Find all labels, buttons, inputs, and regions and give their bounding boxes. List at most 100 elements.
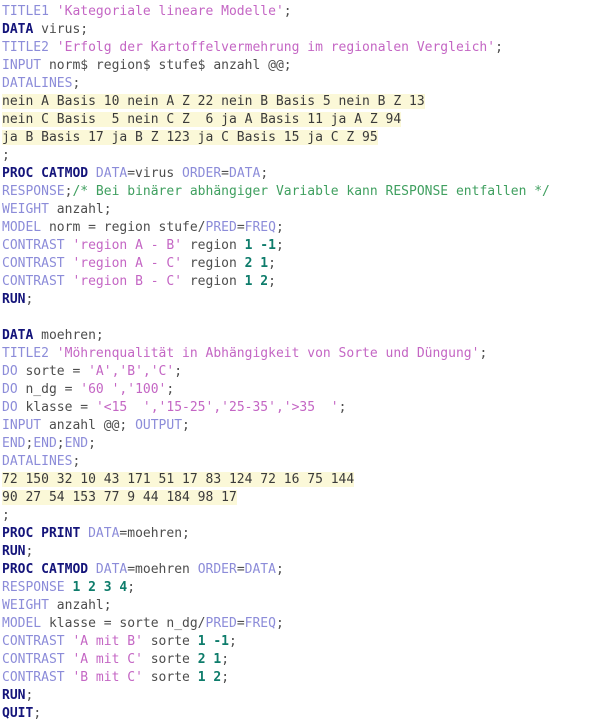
code-token-plain: region <box>182 256 245 271</box>
code-token-plain: ; <box>275 220 284 235</box>
code-token-stmt: END <box>33 436 57 451</box>
code-token-plain: norm$ region$ stufe$ anzahl @@; <box>41 58 292 73</box>
code-token-opt: DATA <box>95 562 128 577</box>
code-line: CONTRAST 'region A - B' region 1 -1; <box>2 237 595 255</box>
code-token-stmt: DO <box>2 382 18 397</box>
code-token-proc: PROC PRINT <box>2 526 81 541</box>
code-token-proc: DATA <box>2 328 34 343</box>
code-token-plain: sorte <box>142 634 198 649</box>
code-token-opt: DATA <box>88 526 120 541</box>
code-token-opt: PRED <box>205 220 237 235</box>
code-token-plain: sorte <box>142 670 198 685</box>
code-line: INPUT norm$ region$ stufe$ anzahl @@; <box>2 57 595 75</box>
code-line: TITLE1 'Kategoriale lineare Modelle'; <box>2 3 595 21</box>
code-token-opt: DATA <box>244 562 276 577</box>
code-token-stmt: TITLE2 <box>2 40 49 55</box>
code-token-plain: klasse = <box>17 400 96 415</box>
code-token-stmt: DATALINES <box>2 76 73 91</box>
code-token-plain: n_dg = <box>17 382 81 397</box>
code-token-data: nein C Basis 5 nein C Z 6 ja A Basis 11 … <box>2 112 402 127</box>
code-token-stmt: CONTRAST <box>2 670 65 685</box>
code-token-str: '60 ','100' <box>80 382 167 397</box>
code-token-plain: norm = region stufe/ <box>41 220 206 235</box>
code-line: RUN; <box>2 291 595 309</box>
code-token-data: ja B Basis 17 ja B Z 123 ja C Basis 15 j… <box>2 130 378 145</box>
code-token-proc: PROC CATMOD <box>2 562 89 577</box>
code-token-stmt: DO <box>2 364 18 379</box>
code-line: TITLE2 'Erfolg der Kartoffelvermehrung i… <box>2 39 595 57</box>
code-line: nein C Basis 5 nein C Z 6 ja A Basis 11 … <box>2 111 595 129</box>
code-token-stmt: END <box>64 436 89 451</box>
code-token-plain: ; <box>479 346 488 361</box>
code-token-opt: ORDER <box>197 562 237 577</box>
code-token-plain: ; <box>182 418 190 433</box>
code-line: 90 27 54 153 77 9 44 184 98 17 <box>2 489 595 507</box>
code-token-proc: QUIT <box>2 706 34 721</box>
code-token-proc: RUN <box>2 688 26 703</box>
code-token-str: 'A mit B' <box>72 634 143 649</box>
code-token-num: 2 1 <box>244 256 269 271</box>
code-token-num: 1 2 <box>197 670 222 685</box>
code-line: CONTRAST 'A mit C' sorte 2 1; <box>2 651 595 669</box>
code-line: DO n_dg = '60 ','100'; <box>2 381 595 399</box>
code-token-plain: = <box>236 616 245 631</box>
code-token-stmt: TITLE1 <box>2 4 49 19</box>
code-token-plain: ; <box>268 256 276 271</box>
code-token-comment: /* Bei binärer abhängiger Variable kann … <box>72 184 550 199</box>
code-token-stmt: CONTRAST <box>2 652 65 667</box>
code-token-plain: ; <box>495 40 503 55</box>
code-token-stmt: TITLE2 <box>2 346 49 361</box>
code-line: RESPONSE 1 2 3 4; <box>2 579 595 597</box>
code-line: CONTRAST 'region A - C' region 2 1; <box>2 255 595 273</box>
code-token-stmt: INPUT <box>2 418 42 433</box>
code-line: TITLE2 'Möhrenqualität in Abhängigkeit v… <box>2 345 595 363</box>
code-line: 72 150 32 10 43 171 51 17 83 124 72 16 7… <box>2 471 595 489</box>
code-line: ja B Basis 17 ja B Z 123 ja C Basis 15 j… <box>2 129 595 147</box>
code-token-plain: sorte = <box>17 364 89 379</box>
code-token-str: 'B mit C' <box>72 670 143 685</box>
code-line: PROC CATMOD DATA=virus ORDER=DATA; <box>2 165 595 183</box>
code-token-plain: ; <box>2 508 10 523</box>
code-token-opt: DATA <box>95 166 128 181</box>
code-token-plain: ; <box>72 454 81 469</box>
code-token-str: 'region B - C' <box>72 274 183 289</box>
code-token-num: 1 -1 <box>197 634 230 649</box>
code-token-stmt: WEIGHT <box>2 598 49 613</box>
code-token-stmt: CONTRAST <box>2 634 65 649</box>
code-token-stmt: RESPONSE <box>2 184 65 199</box>
code-token-str: 'A mit C' <box>72 652 143 667</box>
code-token-opt: FREQ <box>244 220 276 235</box>
code-token-stmt: INPUT <box>2 58 42 73</box>
code-token-num: 2 1 <box>197 652 222 667</box>
code-token-opt: PRED <box>205 616 237 631</box>
code-token-plain: sorte <box>142 652 198 667</box>
code-token-plain: ; <box>88 436 96 451</box>
code-token-str: 'A','B','C' <box>88 364 175 379</box>
code-token-plain: ; <box>166 382 175 397</box>
code-token-plain: = <box>236 562 245 577</box>
code-line: WEIGHT anzahl; <box>2 201 595 219</box>
code-token-plain: virus; <box>33 22 89 37</box>
code-token-stmt: MODEL <box>2 616 42 631</box>
code-token-stmt: CONTRAST <box>2 274 65 289</box>
code-line: WEIGHT anzahl; <box>2 597 595 615</box>
code-token-str: 'Erfolg der Kartoffelvermehrung im regio… <box>56 40 496 55</box>
code-listing[interactable]: TITLE1 'Kategoriale lineare Modelle'; DAT… <box>0 0 595 723</box>
code-token-plain: anzahl @@; <box>41 418 136 433</box>
code-token-stmt: CONTRAST <box>2 238 65 253</box>
code-token-data: nein A Basis 10 nein A Z 22 nein B Basis… <box>2 94 425 109</box>
code-token-stmt: DATALINES <box>2 454 73 469</box>
code-token-opt: DATA <box>229 166 261 181</box>
code-token-proc: RUN <box>2 544 26 559</box>
code-token-plain: ; <box>275 238 284 253</box>
code-token-data: 90 27 54 153 77 9 44 184 98 17 <box>2 490 237 505</box>
code-line: ; <box>2 147 595 165</box>
code-token-plain: ; <box>221 670 230 685</box>
code-token-plain: =moehren; <box>119 526 190 541</box>
